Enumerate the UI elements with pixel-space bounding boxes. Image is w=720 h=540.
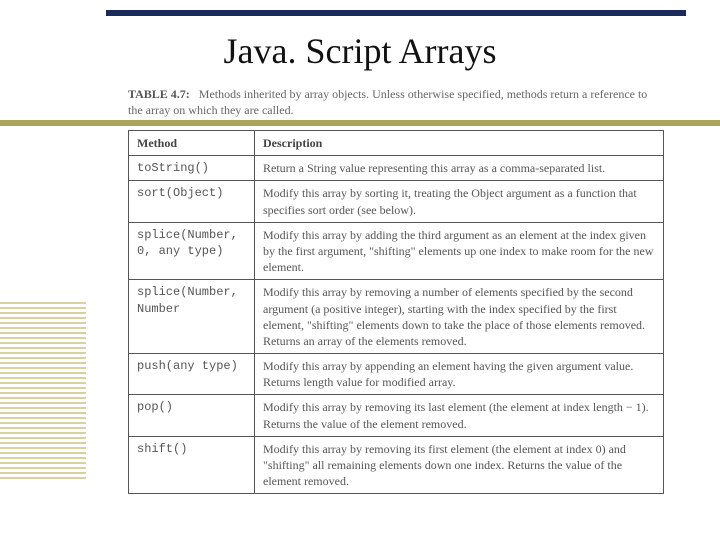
slide: Java. Script Arrays TABLE 4.7: Methods i…	[0, 0, 720, 540]
description-cell: Modify this array by removing its last e…	[255, 395, 664, 436]
description-cell: Modify this array by adding the third ar…	[255, 222, 664, 280]
description-cell: Modify this array by removing its first …	[255, 436, 664, 494]
method-cell: toString()	[129, 156, 255, 181]
description-cell: Modify this array by removing a number o…	[255, 280, 664, 354]
table-row: shift() Modify this array by removing it…	[129, 436, 664, 494]
methods-table: Method Description toString() Return a S…	[128, 130, 664, 494]
table-caption-text: Methods inherited by array objects. Unle…	[128, 87, 647, 117]
method-cell: pop()	[129, 395, 255, 436]
table-header-row: Method Description	[129, 131, 664, 156]
table-caption-label: TABLE 4.7:	[128, 87, 190, 101]
table-row: splice(Number, 0, any type) Modify this …	[129, 222, 664, 280]
col-header-description: Description	[255, 131, 664, 156]
accent-bar	[0, 120, 720, 126]
description-cell: Modify this array by sorting it, treatin…	[255, 181, 664, 222]
table-row: sort(Object) Modify this array by sortin…	[129, 181, 664, 222]
method-cell: shift()	[129, 436, 255, 494]
table-row: splice(Number, Number Modify this array …	[129, 280, 664, 354]
method-cell: splice(Number, 0, any type)	[129, 222, 255, 280]
methods-table-wrap: Method Description toString() Return a S…	[128, 130, 664, 494]
method-cell: sort(Object)	[129, 181, 255, 222]
col-header-method: Method	[129, 131, 255, 156]
table-row: push(any type) Modify this array by appe…	[129, 354, 664, 395]
method-cell: splice(Number, Number	[129, 280, 255, 354]
table-caption: TABLE 4.7: Methods inherited by array ob…	[128, 86, 664, 118]
method-cell: push(any type)	[129, 354, 255, 395]
table-row: pop() Modify this array by removing its …	[129, 395, 664, 436]
description-cell: Return a String value representing this …	[255, 156, 664, 181]
description-cell: Modify this array by appending an elemen…	[255, 354, 664, 395]
top-rule	[106, 10, 686, 16]
decorative-stripes	[0, 302, 86, 482]
table-row: toString() Return a String value represe…	[129, 156, 664, 181]
page-title: Java. Script Arrays	[0, 30, 720, 72]
